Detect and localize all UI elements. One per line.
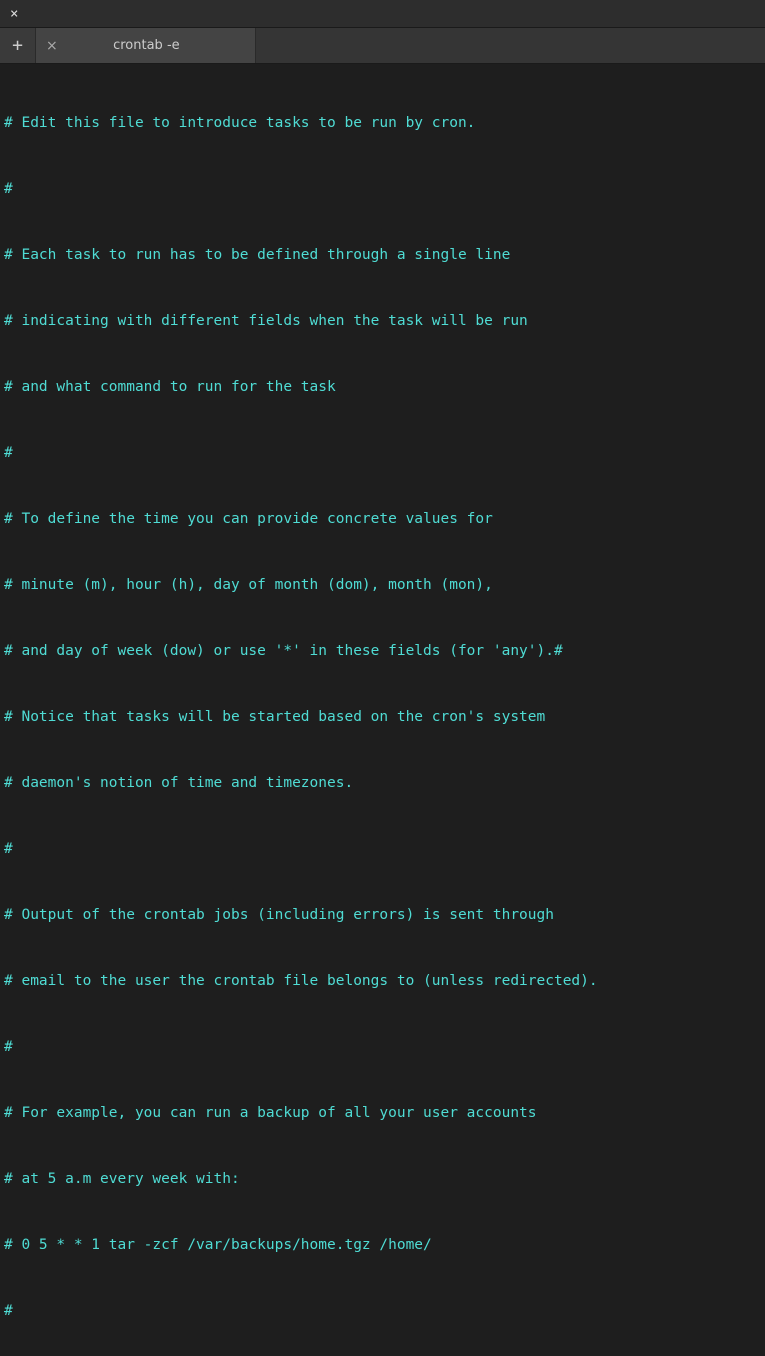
file-line: # minute (m), hour (h), day of month (do…: [4, 574, 761, 596]
file-line: #: [4, 1036, 761, 1058]
tab-title: crontab -e: [66, 38, 245, 53]
new-tab-button[interactable]: +: [0, 28, 36, 63]
file-line: #: [4, 442, 761, 464]
tab-crontab[interactable]: × crontab -e: [36, 28, 256, 63]
plus-icon: +: [12, 35, 23, 56]
file-line: # Output of the crontab jobs (including …: [4, 904, 761, 926]
file-line: # at 5 a.m every week with:: [4, 1168, 761, 1190]
file-line: #: [4, 838, 761, 860]
file-line: #: [4, 1300, 761, 1322]
file-line: # email to the user the crontab file bel…: [4, 970, 761, 992]
file-line: #: [4, 178, 761, 200]
terminal-content[interactable]: # Edit this file to introduce tasks to b…: [0, 64, 765, 1356]
file-line: # Notice that tasks will be started base…: [4, 706, 761, 728]
file-line: # daemon's notion of time and timezones.: [4, 772, 761, 794]
file-line: # Each task to run has to be defined thr…: [4, 244, 761, 266]
window-titlebar: ×: [0, 0, 765, 28]
file-line: # For example, you can run a backup of a…: [4, 1102, 761, 1124]
file-line: # Edit this file to introduce tasks to b…: [4, 112, 761, 134]
file-line: # and day of week (dow) or use '*' in th…: [4, 640, 761, 662]
window-close-icon[interactable]: ×: [10, 7, 18, 21]
file-line: # To define the time you can provide con…: [4, 508, 761, 530]
tab-close-icon[interactable]: ×: [46, 38, 58, 54]
tab-bar: + × crontab -e: [0, 28, 765, 64]
file-line: # 0 5 * * 1 tar -zcf /var/backups/home.t…: [4, 1234, 761, 1256]
file-line: # indicating with different fields when …: [4, 310, 761, 332]
file-line: # and what command to run for the task: [4, 376, 761, 398]
